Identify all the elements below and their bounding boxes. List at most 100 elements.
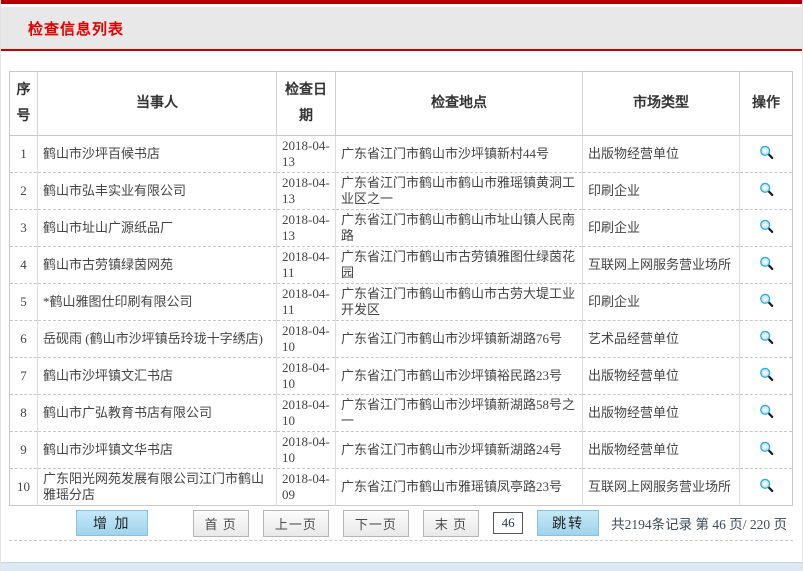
table-header-row: 序号 当事人 检查日期 检查地点 市场类型 操作 [10,72,793,136]
row-action-cell [740,469,793,506]
row-location: 广东省江门市鹤山市沙坪镇新村44号 [336,136,583,173]
view-detail-magnifier-icon[interactable] [759,145,774,160]
view-detail-magnifier-icon[interactable] [759,293,774,308]
row-date: 2018-04-11 [277,247,336,284]
col-header-action: 操作 [740,72,793,136]
title-bar: 检查信息列表 [1,7,802,51]
row-type: 出版物经营单位 [583,432,740,469]
table-row: 2 鹤山市弘丰实业有限公司 2018-04-13 广东省江门市鹤山市鹤山市雅瑶镇… [10,173,793,210]
row-location: 广东省江门市鹤山市沙坪镇裕民路23号 [336,358,583,395]
view-detail-magnifier-icon[interactable] [759,330,774,345]
table-row: 5 *鹤山雅图仕印刷有限公司 2018-04-11 广东省江门市鹤山市鹤山市古劳… [10,284,793,321]
table-row: 7 鹤山市沙坪镇文汇书店 2018-04-10 广东省江门市鹤山市沙坪镇裕民路2… [10,358,793,395]
row-type: 印刷企业 [583,210,740,247]
next-page-button[interactable]: 下一页 [343,510,409,537]
row-date: 2018-04-10 [277,358,336,395]
view-detail-magnifier-icon[interactable] [759,367,774,382]
row-no: 5 [10,284,38,321]
inspection-list-page: 检查信息列表 序号 当事人 检查日期 检查地点 市场类型 操作 1 [0,0,803,571]
record-count-status: 共2194条记录 第 46 页/ 220 页 [611,513,787,533]
view-detail-magnifier-icon[interactable] [759,478,774,493]
row-date: 2018-04-10 [277,432,336,469]
row-location: 广东省江门市鹤山市沙坪镇新湖路58号之一 [336,395,583,432]
row-date: 2018-04-11 [277,284,336,321]
row-location: 广东省江门市鹤山市鹤山市雅瑶镇黄洞工业区之一 [336,173,583,210]
row-type: 出版物经营单位 [583,358,740,395]
row-type: 互联网上网服务营业场所 [583,469,740,506]
page-number-input[interactable] [493,512,523,534]
row-no: 4 [10,247,38,284]
row-date: 2018-04-13 [277,173,336,210]
jump-button[interactable]: 跳转 [537,510,599,536]
row-type: 印刷企业 [583,284,740,321]
row-no: 8 [10,395,38,432]
row-location: 广东省江门市鹤山市古劳镇雅图仕绿茵花园 [336,247,583,284]
row-location: 广东省江门市鹤山市鹤山市址山镇人民南路 [336,210,583,247]
row-action-cell [740,210,793,247]
row-type: 互联网上网服务营业场所 [583,247,740,284]
row-party: 鹤山市古劳镇绿茵网苑 [38,247,277,284]
add-button[interactable]: 增 加 [76,510,148,536]
first-page-button[interactable]: 首 页 [193,510,249,537]
table-row: 3 鹤山市址山广源纸品厂 2018-04-13 广东省江门市鹤山市鹤山市址山镇人… [10,210,793,247]
table-row: 10 广东阳光网苑发展有限公司江门市鹤山雅瑶分店 2018-04-09 广东省江… [10,469,793,506]
row-action-cell [740,358,793,395]
row-party: 鹤山市弘丰实业有限公司 [38,173,277,210]
row-action-cell [740,284,793,321]
row-no: 1 [10,136,38,173]
row-no: 9 [10,432,38,469]
row-party: 鹤山市沙坪镇文汇书店 [38,358,277,395]
row-party: 鹤山市沙坪百候书店 [38,136,277,173]
col-header-party: 当事人 [38,72,277,136]
row-date: 2018-04-09 [277,469,336,506]
row-action-cell [740,432,793,469]
top-red-bar [1,0,802,4]
view-detail-magnifier-icon[interactable] [759,404,774,419]
row-action-cell [740,173,793,210]
view-detail-magnifier-icon[interactable] [759,256,774,271]
row-action-cell [740,247,793,284]
row-no: 6 [10,321,38,358]
table-row: 9 鹤山市沙坪镇文华书店 2018-04-10 广东省江门市鹤山市沙坪镇新湖路2… [10,432,793,469]
row-date: 2018-04-10 [277,321,336,358]
prev-page-button[interactable]: 上一页 [263,510,329,537]
view-detail-magnifier-icon[interactable] [759,182,774,197]
row-type: 出版物经营单位 [583,395,740,432]
row-party: *鹤山雅图仕印刷有限公司 [38,284,277,321]
table-row: 1 鹤山市沙坪百候书店 2018-04-13 广东省江门市鹤山市沙坪镇新村44号… [10,136,793,173]
table-row: 6 岳砚雨 (鹤山市沙坪镇岳玲珑十字绣店) 2018-04-10 广东省江门市鹤… [10,321,793,358]
row-location: 广东省江门市鹤山市沙坪镇新湖路24号 [336,432,583,469]
row-type: 艺术品经营单位 [583,321,740,358]
col-header-location: 检查地点 [336,72,583,136]
col-header-type: 市场类型 [583,72,740,136]
row-location: 广东省江门市鹤山市雅瑶镇凤亭路23号 [336,469,583,506]
row-date: 2018-04-13 [277,136,336,173]
row-no: 10 [10,469,38,506]
table-row: 4 鹤山市古劳镇绿茵网苑 2018-04-11 广东省江门市鹤山市古劳镇雅图仕绿… [10,247,793,284]
view-detail-magnifier-icon[interactable] [759,219,774,234]
row-location: 广东省江门市鹤山市沙坪镇新湖路76号 [336,321,583,358]
row-action-cell [740,136,793,173]
row-party: 鹤山市广弘教育书店有限公司 [38,395,277,432]
row-party: 鹤山市沙坪镇文华书店 [38,432,277,469]
row-party: 鹤山市址山广源纸品厂 [38,210,277,247]
row-location: 广东省江门市鹤山市鹤山市古劳大堤工业开发区 [336,284,583,321]
row-no: 3 [10,210,38,247]
inspection-table: 序号 当事人 检查日期 检查地点 市场类型 操作 1 鹤山市沙坪百候书店 201… [9,71,793,506]
last-page-button[interactable]: 末 页 [423,510,479,537]
table-row: 8 鹤山市广弘教育书店有限公司 2018-04-10 广东省江门市鹤山市沙坪镇新… [10,395,793,432]
pager-controls: 首 页 上一页 下一页 末 页 跳转 [193,510,600,537]
row-type: 印刷企业 [583,173,740,210]
bottom-blue-bar [1,562,802,571]
view-detail-magnifier-icon[interactable] [759,441,774,456]
row-party: 岳砚雨 (鹤山市沙坪镇岳玲珑十字绣店) [38,321,277,358]
row-date: 2018-04-13 [277,210,336,247]
row-action-cell [740,321,793,358]
row-no: 7 [10,358,38,395]
table-container: 序号 当事人 检查日期 检查地点 市场类型 操作 1 鹤山市沙坪百候书店 201… [9,71,793,506]
col-header-no: 序号 [10,72,38,136]
row-action-cell [740,395,793,432]
col-header-date: 检查日期 [277,72,336,136]
pagination-bar: 增 加 首 页 上一页 下一页 末 页 跳转 共2194条记录 第 46 页/ … [9,506,793,541]
row-no: 2 [10,173,38,210]
